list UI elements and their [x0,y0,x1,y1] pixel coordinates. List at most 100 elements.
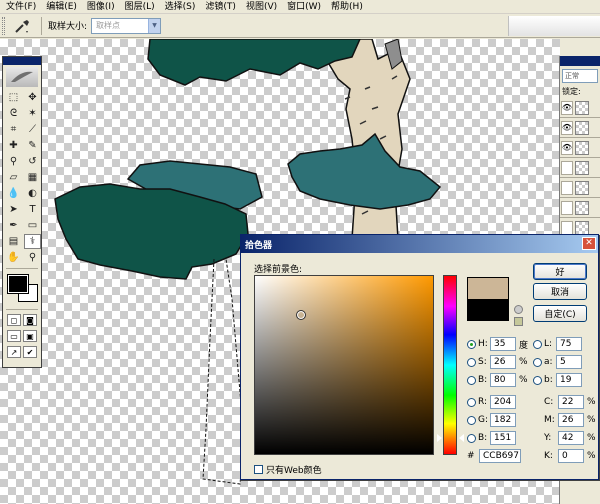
crop-tool[interactable]: ⌗ [5,122,22,137]
menu-help[interactable]: 帮助(H) [327,0,367,14]
marquee-tool[interactable]: ⬚ [5,90,22,105]
sample-size-select[interactable]: 取样点 ▼ [91,17,162,34]
shape-tool[interactable]: ▭ [24,218,41,233]
web-safe-icon[interactable] [514,317,523,326]
hue-radio[interactable] [467,339,476,349]
blend-mode-select[interactable]: 正常 [562,69,598,83]
menu-view[interactable]: 视图(V) [242,0,281,14]
b-channel-radio[interactable] [533,375,542,385]
eye-icon[interactable]: 👁 [561,120,573,135]
layer-row[interactable] [560,178,600,198]
jump-to-imageready-button[interactable]: ↗ [7,346,21,358]
eye-icon[interactable] [561,180,573,195]
b-channel-input[interactable]: 19 [556,373,582,387]
magenta-input[interactable]: 26 [558,413,584,427]
a-channel-radio[interactable] [533,357,542,367]
green-radio[interactable] [467,415,476,425]
dialog-titlebar[interactable]: 拾色器 ✕ [241,235,598,253]
palette-well[interactable] [508,16,600,36]
foreground-color-swatch[interactable] [7,274,29,294]
notes-tool[interactable]: ▤ [5,234,22,249]
history-brush-tool[interactable]: ↺ [24,154,41,169]
options-grip[interactable] [2,16,5,35]
screen-mode-standard-button[interactable]: ▭ [7,330,21,342]
menu-edit[interactable]: 编辑(E) [42,0,81,14]
toolbox-titlebar[interactable] [3,57,41,65]
gradient-tool[interactable]: ▦ [24,170,41,185]
eye-icon[interactable] [561,200,573,215]
hue-slider-arrow-right-icon[interactable] [459,434,464,442]
ok-button[interactable]: 好 [533,263,587,280]
hue-slider[interactable] [443,275,457,455]
layer-row[interactable] [560,158,600,178]
lasso-icon: ᘓ [9,108,18,119]
slice-tool[interactable]: ⟋ [24,122,41,137]
clone-stamp-tool[interactable]: ⚲ [5,154,22,169]
eraser-tool[interactable]: ▱ [5,170,22,185]
menu-image[interactable]: 图像(I) [83,0,119,14]
cancel-button[interactable]: 取消 [533,283,587,300]
gamut-warning-icon[interactable] [514,305,523,314]
yellow-input[interactable]: 42 [558,431,584,445]
hue-slider-arrow-left-icon[interactable] [437,434,442,442]
layers-titlebar[interactable] [560,56,600,66]
a-channel-input[interactable]: 5 [556,355,582,369]
black-input[interactable]: 0 [558,449,584,463]
menu-file[interactable]: 文件(F) [2,0,40,14]
eye-icon[interactable]: 👁 [561,140,573,155]
menu-filter[interactable]: 滤镜(T) [201,0,240,14]
blur-tool[interactable]: 💧 [5,186,22,201]
zoom-tool[interactable]: ⚲ [24,250,41,265]
lightness-radio[interactable] [533,339,542,349]
red-input[interactable]: 204 [490,395,516,409]
old-color-preview[interactable] [467,299,509,321]
eyedropper-tool[interactable]: ⚕ [24,234,41,249]
eye-icon[interactable] [561,160,573,175]
lightness-input[interactable]: 75 [556,337,582,351]
droplet-icon: 💧 [7,188,20,199]
layer-row[interactable]: 👁 [560,138,600,158]
menu-layer[interactable]: 图层(L) [121,0,159,14]
hue-input[interactable]: 35 [490,337,516,351]
menu-window[interactable]: 窗口(W) [283,0,325,14]
type-tool[interactable]: T [24,202,41,217]
eye-icon[interactable] [561,220,573,235]
toolbox-divider [6,268,38,269]
menu-select[interactable]: 选择(S) [161,0,200,14]
hand-tool[interactable]: ✋ [5,250,22,265]
cyan-input[interactable]: 22 [558,395,584,409]
eye-icon[interactable]: 👁 [561,100,573,115]
brightness-input[interactable]: 80 [490,373,516,387]
brightness-radio[interactable] [467,375,476,385]
magic-wand-tool[interactable]: ✶ [24,106,41,121]
saturation-radio[interactable] [467,357,476,367]
tool-preset-picker[interactable] [9,16,35,36]
path-select-tool[interactable]: ➤ [5,202,22,217]
extras-button[interactable]: ✔ [23,346,37,358]
healing-brush-tool[interactable]: ✚ [5,138,22,153]
blue-input[interactable]: 151 [490,431,516,445]
quick-mask-button[interactable]: ◙ [23,314,37,326]
color-field[interactable] [254,275,434,455]
screen-mode-full-button[interactable]: ▣ [23,330,37,342]
color-field-cursor[interactable] [296,310,306,320]
hand-icon: ✋ [7,252,20,263]
dodge-tool[interactable]: ◐ [24,186,41,201]
brush-tool[interactable]: ✎ [24,138,41,153]
custom-colors-button[interactable]: 自定(C) [533,305,587,322]
layer-row[interactable]: 👁 [560,118,600,138]
standard-mode-button[interactable]: ◻ [7,314,21,326]
pen-tool[interactable]: ✒ [5,218,22,233]
layer-row[interactable]: 👁 [560,98,600,118]
layer-row[interactable] [560,198,600,218]
lasso-tool[interactable]: ᘓ [5,106,22,121]
saturation-input[interactable]: 26 [490,355,516,369]
web-colors-only-checkbox[interactable] [254,465,263,474]
toolbox-logo[interactable] [6,67,38,87]
hex-input[interactable]: CCB697 [479,449,521,463]
blue-radio[interactable] [467,433,476,443]
move-tool[interactable]: ✥ [24,90,41,105]
green-input[interactable]: 182 [490,413,516,427]
close-icon[interactable]: ✕ [582,237,596,250]
red-radio[interactable] [467,397,476,407]
